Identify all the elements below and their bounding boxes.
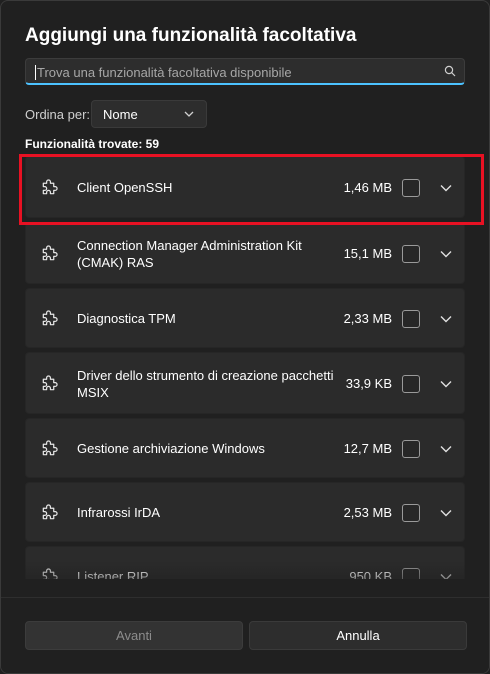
- search-icon[interactable]: [444, 65, 456, 77]
- feature-size: 1,46 MB: [343, 180, 392, 195]
- feature-name: Driver dello strumento di creazione pacc…: [77, 368, 334, 400]
- feature-row[interactable]: Infrarossi IrDA 2,53 MB: [25, 482, 465, 542]
- chevron-down-icon[interactable]: [440, 445, 452, 453]
- feature-row[interactable]: Listener RIP 950 KB: [25, 546, 465, 579]
- feature-checkbox[interactable]: [402, 179, 420, 197]
- text-caret: [35, 65, 36, 80]
- feature-size: 2,33 MB: [343, 311, 392, 326]
- puzzle-piece-icon: [42, 310, 58, 326]
- search-placeholder: Trova una funzionalità facoltativa dispo…: [37, 65, 292, 80]
- feature-name: Infrarossi IrDA: [77, 505, 161, 520]
- search-input[interactable]: Trova una funzionalità facoltativa dispo…: [25, 58, 465, 85]
- feature-name: Connection Manager Administration Kit (C…: [77, 238, 302, 270]
- feature-checkbox[interactable]: [402, 245, 420, 263]
- feature-checkbox[interactable]: [402, 375, 420, 393]
- chevron-down-icon[interactable]: [440, 250, 452, 258]
- cancel-button[interactable]: Annulla: [249, 621, 467, 650]
- feature-size: 950 KB: [349, 569, 392, 579]
- puzzle-piece-icon: [42, 504, 58, 520]
- sort-dropdown[interactable]: Nome: [91, 100, 207, 128]
- feature-size: 33,9 KB: [345, 376, 392, 391]
- feature-checkbox[interactable]: [402, 504, 420, 522]
- chevron-down-icon: [184, 111, 194, 117]
- feature-name: Gestione archiviazione Windows: [77, 441, 265, 456]
- feature-name: Client OpenSSH: [77, 180, 173, 195]
- feature-checkbox[interactable]: [402, 440, 420, 458]
- puzzle-piece-icon: [42, 375, 58, 391]
- feature-row[interactable]: Gestione archiviazione Windows 12,7 MB: [25, 418, 465, 478]
- feature-checkbox[interactable]: [402, 568, 420, 579]
- puzzle-piece-icon: [42, 440, 58, 456]
- feature-row[interactable]: Connection Manager Administration Kit (C…: [25, 222, 465, 284]
- feature-row[interactable]: Client OpenSSH 1,46 MB: [25, 156, 465, 218]
- chevron-down-icon[interactable]: [440, 380, 452, 388]
- puzzle-piece-icon: [42, 568, 58, 579]
- dialog-title: Aggiungi una funzionalità facoltativa: [25, 25, 357, 46]
- feature-size: 15,1 MB: [343, 246, 392, 261]
- chevron-down-icon[interactable]: [440, 184, 452, 192]
- feature-size: 2,53 MB: [343, 505, 392, 520]
- chevron-down-icon[interactable]: [440, 315, 452, 323]
- sort-selected-value: Nome: [103, 107, 138, 122]
- puzzle-piece-icon: [42, 179, 58, 195]
- feature-name: Listener RIP: [77, 569, 149, 579]
- puzzle-piece-icon: [42, 245, 58, 261]
- feature-size: 12,7 MB: [343, 441, 392, 456]
- sort-label: Ordina per:: [25, 107, 91, 122]
- results-count: Funzionalità trovate: 59: [25, 137, 160, 151]
- feature-row[interactable]: Driver dello strumento di creazione pacc…: [25, 352, 465, 414]
- feature-name: Diagnostica TPM: [77, 311, 176, 326]
- chevron-down-icon[interactable]: [440, 573, 452, 579]
- feature-list[interactable]: Client OpenSSH 1,46 MB Connection Manager …: [1, 151, 489, 579]
- optional-features-dialog: Aggiungi una funzionalità facoltativa Tr…: [0, 0, 490, 674]
- chevron-down-icon[interactable]: [440, 509, 452, 517]
- feature-row[interactable]: Diagnostica TPM 2,33 MB: [25, 288, 465, 348]
- feature-checkbox[interactable]: [402, 310, 420, 328]
- dialog-footer: Avanti Annulla: [1, 597, 489, 673]
- next-button[interactable]: Avanti: [25, 621, 243, 650]
